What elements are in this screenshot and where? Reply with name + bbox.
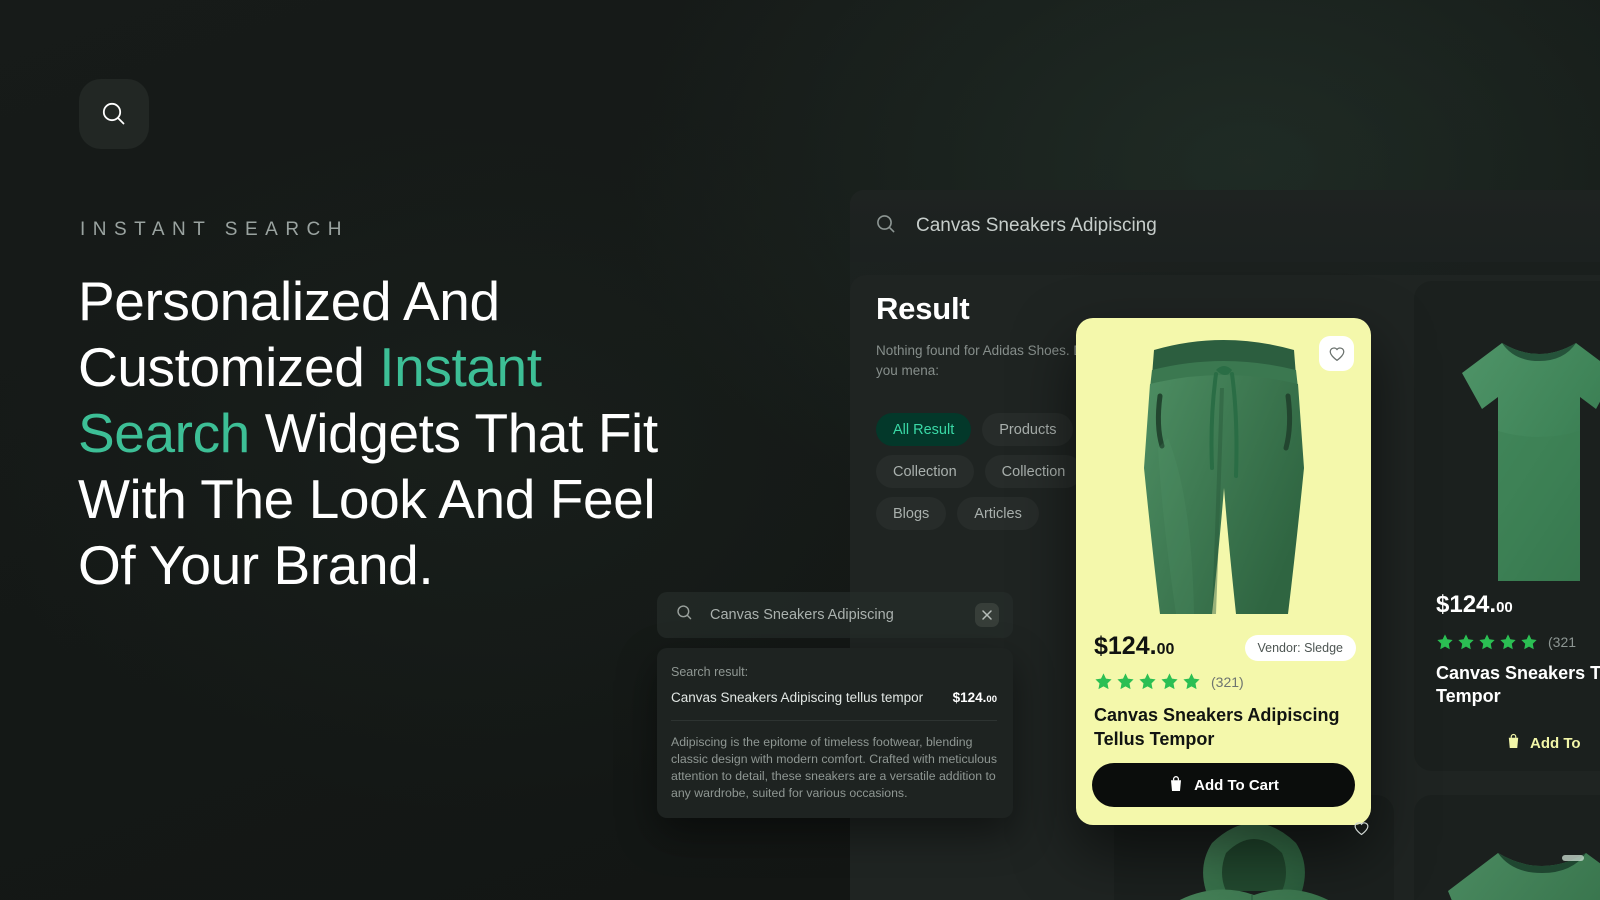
chip-blogs[interactable]: Blogs [876, 497, 947, 530]
eyebrow-label: INSTANT SEARCH [80, 219, 349, 240]
product-image-tshirt [1414, 281, 1600, 581]
app-search-value: Canvas Sneakers Adipiscing [916, 215, 1157, 236]
search-result-row[interactable]: Canvas Sneakers Adipiscing tellus tempor… [671, 690, 997, 705]
bag-icon [1506, 733, 1521, 753]
search-icon [675, 603, 694, 627]
featured-product-name: Canvas Sneakers Adipiscing Tellus Tempor [1094, 705, 1340, 749]
featured-rating: (321) [1094, 672, 1244, 691]
product-image-sweatshirt [1414, 795, 1600, 900]
add-to-cart-tshirt[interactable]: Add To [1506, 733, 1581, 753]
favorite-icon-hoodie[interactable] [1344, 811, 1378, 845]
search-result-label: Search result: [671, 665, 749, 679]
product-price-tshirt: $124.00 [1436, 591, 1513, 618]
add-to-cart-label: Add To Cart [1194, 776, 1279, 794]
featured-rating-count: (321) [1211, 673, 1244, 690]
chip-collection-1[interactable]: Collection [876, 455, 974, 488]
floating-search-input[interactable]: Canvas Sneakers Adipiscing [657, 592, 1013, 638]
filter-chip-group: All Result Products Collection Collectio… [876, 413, 1091, 530]
result-heading: Result [876, 291, 970, 326]
chip-collection-2[interactable]: Collection [984, 455, 1083, 488]
chip-articles[interactable]: Articles [957, 497, 1039, 530]
vendor-badge: Vendor: Sledge [1244, 635, 1356, 661]
search-results-dropdown: Search result: Canvas Sneakers Adipiscin… [657, 648, 1013, 818]
bag-icon [1168, 775, 1184, 796]
rating-tshirt: (321 [1436, 633, 1576, 651]
search-fab-button[interactable] [79, 79, 149, 149]
search-result-name: Canvas Sneakers Adipiscing tellus tempor [671, 690, 924, 705]
product-card-sweatshirt[interactable] [1414, 795, 1600, 900]
chip-all-result[interactable]: All Result [876, 413, 972, 446]
floating-search-value: Canvas Sneakers Adipiscing [710, 607, 894, 623]
favorite-icon-featured[interactable] [1319, 336, 1354, 371]
close-icon[interactable] [975, 603, 999, 627]
search-result-description: Adipiscing is the epitome of timeless fo… [671, 735, 997, 800]
product-name-tshirt: Canvas Sneakers Tellus Tempor [1436, 663, 1600, 706]
rating-count-tshirt: (321 [1548, 634, 1577, 650]
add-to-cart-label-tshirt: Add To [1530, 734, 1581, 752]
add-to-cart-button[interactable]: Add To Cart [1092, 763, 1355, 807]
featured-product-card[interactable]: $124.00 Vendor: Sledge (321) Canvas Snea… [1076, 318, 1371, 825]
search-result-price: $124.00 [952, 690, 997, 705]
divider [671, 720, 997, 721]
page-title: Personalized And Customized Instant Sear… [78, 268, 698, 598]
chip-products[interactable]: Products [982, 413, 1074, 446]
product-card-tshirt[interactable]: $124.00 (321 Canvas Sneakers Tellus Temp… [1414, 281, 1600, 771]
search-icon [99, 99, 129, 129]
page-root: INSTANT SEARCH Personalized And Customiz… [0, 0, 1600, 900]
search-icon [874, 212, 898, 241]
featured-price: $124.00 [1094, 632, 1175, 660]
app-search-bar[interactable]: Canvas Sneakers Adipiscing [850, 190, 1600, 262]
